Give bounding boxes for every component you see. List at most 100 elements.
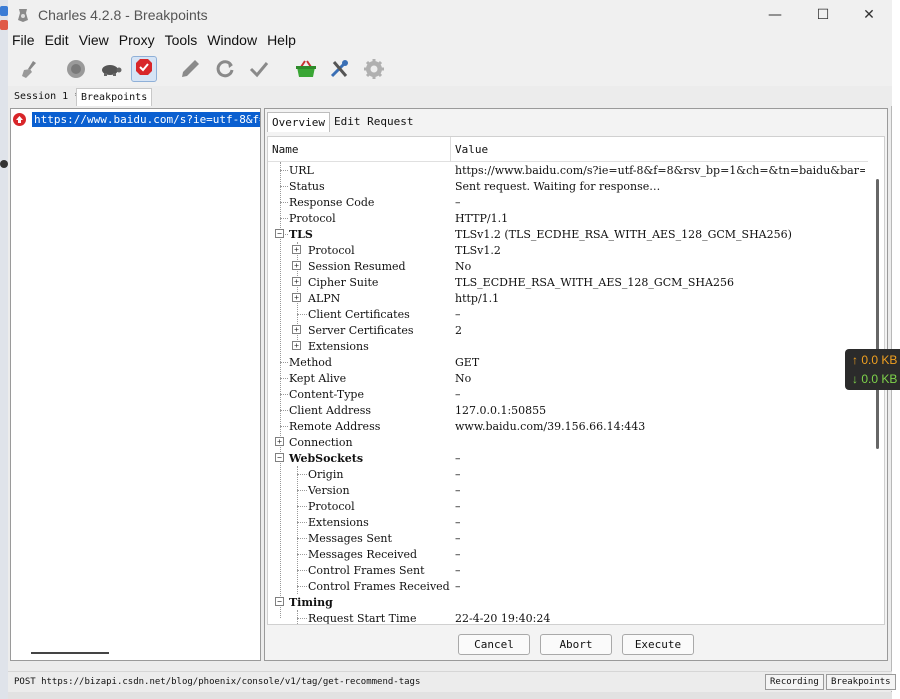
- table-row[interactable]: Messages Received –: [268, 546, 868, 562]
- broom-icon[interactable]: [18, 57, 42, 81]
- table-row[interactable]: Client Certificates –: [268, 306, 868, 322]
- desktop-app-icon[interactable]: [0, 6, 8, 16]
- download-speed: ↓ 0.0 KB: [852, 372, 898, 386]
- abort-button[interactable]: Abort: [540, 634, 612, 655]
- window-bottom-edge: [8, 692, 892, 699]
- table-row[interactable]: Kept Alive No: [268, 370, 868, 386]
- recording-status-button[interactable]: Recording: [765, 674, 824, 690]
- tab-edit-request[interactable]: Edit Request: [330, 112, 417, 132]
- charles-window: Charles 4.2.8 - Breakpoints — ☐ ✕ File E…: [8, 0, 896, 699]
- minimize-button[interactable]: —: [752, 0, 798, 30]
- overview-table: Name Value URL https://www.baidu.com/s?i…: [267, 136, 885, 625]
- menu-file[interactable]: File: [8, 30, 39, 52]
- expand-toggle[interactable]: +: [292, 325, 301, 334]
- status-text: POST https://bizapi.csdn.net/blog/phoeni…: [14, 677, 421, 687]
- list-item[interactable]: https://www.baidu.com/s?ie=utf-8&f=8&rsv…: [13, 111, 263, 127]
- title-bar[interactable]: Charles 4.2.8 - Breakpoints — ☐ ✕: [8, 0, 892, 30]
- window-title: Charles 4.2.8 - Breakpoints: [38, 7, 208, 23]
- expand-toggle[interactable]: +: [292, 277, 301, 286]
- request-url: https://www.baidu.com/s?ie=utf-8&f=8&rsv…: [32, 111, 260, 127]
- maximize-button[interactable]: ☐: [800, 0, 846, 30]
- table-row[interactable]: Origin –: [268, 466, 868, 482]
- detail-tabs: Overview Edit Request: [267, 112, 417, 132]
- cancel-button[interactable]: Cancel: [458, 634, 530, 655]
- table-row[interactable]: + Server Certificates 2: [268, 322, 868, 338]
- table-row[interactable]: Method GET: [268, 354, 868, 370]
- table-row[interactable]: Protocol HTTP/1.1: [268, 210, 868, 226]
- tab-session-1[interactable]: Session 1 *: [10, 88, 84, 106]
- expand-toggle[interactable]: +: [292, 293, 301, 302]
- table-row[interactable]: Remote Address www.baidu.com/39.156.66.1…: [268, 418, 868, 434]
- table-row[interactable]: + Session Resumed No: [268, 258, 868, 274]
- table-row[interactable]: + ALPN http/1.1: [268, 290, 868, 306]
- charles-logo-icon: [16, 7, 30, 23]
- table-row[interactable]: Protocol –: [268, 498, 868, 514]
- table-row[interactable]: Request Start Time 22-4-20 19:40:24: [268, 610, 868, 624]
- desktop-app-icon[interactable]: [0, 20, 8, 30]
- turtle-icon[interactable]: [99, 57, 123, 81]
- breakpoints-status-button[interactable]: Breakpoints: [826, 674, 896, 690]
- vertical-scrollbar[interactable]: [876, 179, 879, 449]
- expand-toggle[interactable]: +: [292, 341, 301, 350]
- expand-toggle[interactable]: +: [292, 245, 301, 254]
- action-buttons: Cancel Abort Execute: [265, 632, 889, 658]
- column-header-name[interactable]: Name: [272, 137, 299, 162]
- horizontal-scrollbar[interactable]: [31, 652, 109, 654]
- network-speed-widget[interactable]: ↑ 0.0 KB ↓ 0.0 KB: [845, 349, 900, 390]
- expand-toggle[interactable]: +: [292, 261, 301, 270]
- menu-proxy[interactable]: Proxy: [115, 30, 159, 52]
- desktop-background: [0, 0, 8, 699]
- table-row[interactable]: + Cipher Suite TLS_ECDHE_RSA_WITH_AES_12…: [268, 274, 868, 290]
- table-row[interactable]: URL https://www.baidu.com/s?ie=utf-8&f=8…: [268, 162, 868, 178]
- menu-help[interactable]: Help: [263, 30, 300, 52]
- tab-overview[interactable]: Overview: [267, 112, 330, 132]
- menu-tools[interactable]: Tools: [161, 30, 202, 52]
- request-breakpoint-icon: [13, 112, 26, 126]
- basket-icon[interactable]: [294, 57, 318, 81]
- table-row[interactable]: Content-Type –: [268, 386, 868, 402]
- request-list-panel: https://www.baidu.com/s?ie=utf-8&f=8&rsv…: [10, 108, 261, 661]
- tab-breakpoints[interactable]: Breakpoints: [76, 88, 153, 106]
- table-row[interactable]: + Connection: [268, 434, 868, 450]
- collapse-toggle[interactable]: −: [275, 453, 284, 462]
- tools-icon[interactable]: [328, 57, 352, 81]
- request-detail-panel: Overview Edit Request Name Value URL htt…: [264, 108, 888, 661]
- table-row[interactable]: + Protocol TLSv1.2: [268, 242, 868, 258]
- column-divider[interactable]: [450, 137, 451, 162]
- expand-toggle[interactable]: +: [275, 437, 284, 446]
- column-header-value[interactable]: Value: [455, 137, 488, 162]
- table-row[interactable]: Response Code –: [268, 194, 868, 210]
- table-row[interactable]: Messages Sent –: [268, 530, 868, 546]
- menu-view[interactable]: View: [75, 30, 113, 52]
- status-bar: POST https://bizapi.csdn.net/blog/phoeni…: [8, 671, 896, 691]
- session-tabs: Session 1 * Breakpoints: [8, 86, 892, 106]
- collapse-toggle[interactable]: −: [275, 597, 284, 606]
- menu-window[interactable]: Window: [203, 30, 261, 52]
- table-row[interactable]: Client Address 127.0.0.1:50855: [268, 402, 868, 418]
- breakpoint-icon: [135, 58, 153, 80]
- table-row[interactable]: − Timing: [268, 594, 868, 610]
- check-icon[interactable]: [247, 57, 271, 81]
- record-icon[interactable]: [64, 57, 88, 81]
- close-button[interactable]: ✕: [846, 0, 892, 30]
- table-row[interactable]: + Extensions: [268, 338, 868, 354]
- settings-icon[interactable]: [362, 57, 386, 81]
- refresh-icon[interactable]: [213, 57, 237, 81]
- table-header: Name Value: [268, 137, 868, 162]
- upload-speed: ↑ 0.0 KB: [852, 353, 898, 367]
- table-row[interactable]: Control Frames Sent –: [268, 562, 868, 578]
- execute-button[interactable]: Execute: [622, 634, 694, 655]
- table-row[interactable]: Status Sent request. Waiting for respons…: [268, 178, 868, 194]
- collapse-toggle[interactable]: −: [275, 229, 284, 238]
- pen-icon[interactable]: [178, 57, 202, 81]
- table-row[interactable]: Control Frames Received –: [268, 578, 868, 594]
- table-row[interactable]: Version –: [268, 482, 868, 498]
- menu-bar: File Edit View Proxy Tools Window Help: [8, 30, 892, 52]
- table-row[interactable]: − TLS TLSv1.2 (TLS_ECDHE_RSA_WITH_AES_12…: [268, 226, 868, 242]
- menu-edit[interactable]: Edit: [41, 30, 73, 52]
- toolbar: [8, 52, 892, 86]
- table-body: URL https://www.baidu.com/s?ie=utf-8&f=8…: [268, 162, 868, 624]
- table-row[interactable]: Extensions –: [268, 514, 868, 530]
- breakpoint-toggle-button[interactable]: [131, 56, 157, 82]
- table-row[interactable]: − WebSockets –: [268, 450, 868, 466]
